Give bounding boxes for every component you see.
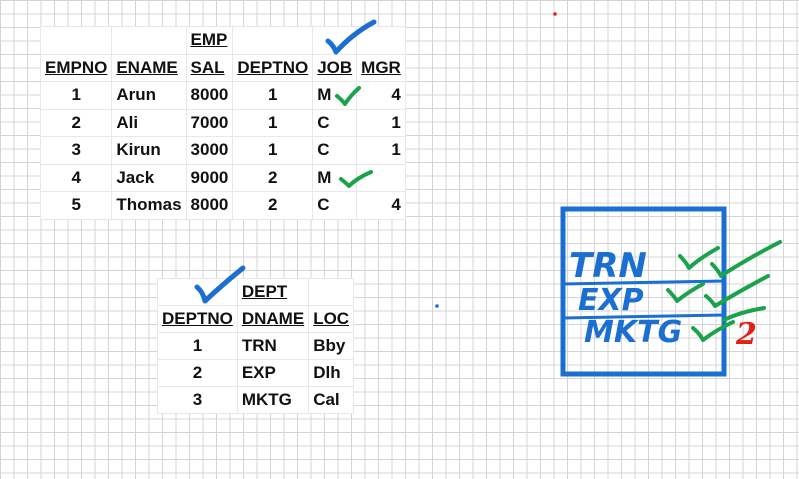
green-check-icon <box>691 320 735 342</box>
box-item-exp: EXP <box>578 283 644 318</box>
box-item-mktg: MKTG <box>584 315 682 350</box>
green-check-icon <box>339 170 373 188</box>
blue-check-icon <box>194 265 246 304</box>
blue-check-icon <box>325 19 377 55</box>
ink-annotations: TRN EXP MKTG 2 <box>194 12 782 377</box>
red-mark: 2 <box>735 317 757 352</box>
green-check-icon <box>666 282 705 303</box>
red-dot <box>553 12 557 16</box>
box-item-trn: TRN <box>569 246 647 286</box>
blue-dot <box>435 304 439 308</box>
green-check-icon <box>335 86 361 106</box>
